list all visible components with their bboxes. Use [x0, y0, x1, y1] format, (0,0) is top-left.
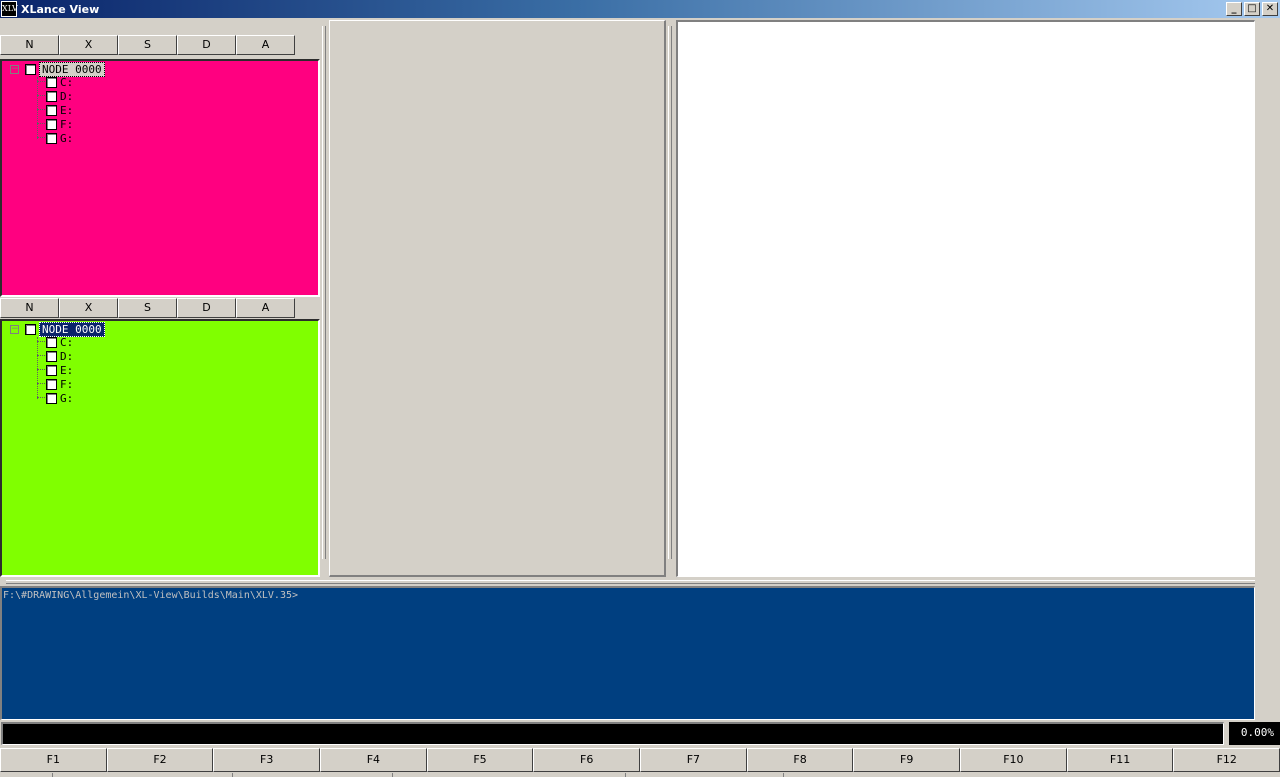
f10-button[interactable]: F10: [960, 748, 1067, 772]
drive-label: D:: [60, 89, 74, 103]
tab-s[interactable]: S: [118, 35, 177, 55]
f9-button[interactable]: F9: [853, 748, 961, 772]
horizontal-splitter[interactable]: [6, 580, 1255, 584]
drive-checkbox[interactable]: [46, 378, 57, 390]
tree-item-drive-d[interactable]: D:: [46, 349, 73, 363]
console-prompt: F:\#DRAWING\Allgemein\XL-View\Builds\Mai…: [3, 590, 299, 601]
drive-label: G:: [60, 391, 74, 405]
f7-button[interactable]: F7: [640, 748, 747, 772]
bottom-tree-panel[interactable]: − NODE 0000 C: D: E: F: G:: [0, 319, 320, 577]
f11-button[interactable]: F11: [1066, 748, 1174, 772]
tree-item-drive-e[interactable]: E:: [46, 103, 73, 117]
tree-node[interactable]: − NODE 0000: [10, 321, 105, 337]
preview-panel[interactable]: [676, 20, 1255, 577]
f6-button[interactable]: F6: [533, 748, 641, 772]
middle-panel: [329, 20, 666, 577]
status-strip: [0, 773, 1280, 777]
f12-button[interactable]: F12: [1173, 748, 1280, 772]
tab-n[interactable]: N: [0, 298, 59, 318]
tree-item-drive-c[interactable]: C:: [46, 75, 73, 89]
top-panel-tabs: N X S D A: [0, 35, 295, 55]
minimize-button[interactable]: _: [1226, 2, 1242, 16]
tab-x[interactable]: X: [59, 35, 118, 55]
drive-label: G:: [60, 131, 74, 145]
console-output[interactable]: F:\#DRAWING\Allgemein\XL-View\Builds\Mai…: [0, 586, 1255, 720]
title-bar[interactable]: XLV XLance View _ □ ✕: [0, 0, 1280, 18]
left-splitter[interactable]: [322, 26, 326, 559]
drive-label: E:: [60, 363, 74, 377]
tree-item-drive-g[interactable]: G:: [46, 391, 73, 405]
f3-button[interactable]: F3: [213, 748, 321, 772]
drive-label: F:: [60, 377, 74, 391]
tab-s[interactable]: S: [118, 298, 177, 318]
f5-button[interactable]: F5: [426, 748, 534, 772]
tree-item-drive-e[interactable]: E:: [46, 363, 73, 377]
collapse-icon[interactable]: −: [10, 324, 19, 334]
drive-checkbox[interactable]: [46, 350, 57, 362]
window-title: XLance View: [21, 2, 100, 16]
maximize-button[interactable]: □: [1244, 2, 1260, 16]
tab-a[interactable]: A: [236, 298, 295, 318]
progress-percent: 0.00%: [1229, 722, 1280, 745]
drive-checkbox[interactable]: [46, 392, 57, 404]
drive-checkbox[interactable]: [46, 364, 57, 376]
drive-label: F:: [60, 117, 74, 131]
tree-item-drive-c[interactable]: C:: [46, 335, 73, 349]
tree-item-drive-f[interactable]: F:: [46, 377, 73, 391]
drive-label: E:: [60, 103, 74, 117]
drive-checkbox[interactable]: [46, 118, 57, 130]
tab-a[interactable]: A: [236, 35, 295, 55]
collapse-icon[interactable]: −: [10, 64, 19, 74]
drive-checkbox[interactable]: [46, 90, 57, 102]
tree-item-drive-g[interactable]: G:: [46, 131, 73, 145]
command-input[interactable]: [1, 722, 1224, 745]
drive-checkbox[interactable]: [46, 132, 57, 144]
drive-checkbox[interactable]: [46, 76, 57, 88]
right-splitter[interactable]: [668, 26, 672, 559]
drive-checkbox[interactable]: [46, 104, 57, 116]
bottom-panel-tabs: N X S D A: [0, 298, 295, 318]
drive-label: C:: [60, 75, 74, 89]
f8-button[interactable]: F8: [746, 748, 854, 772]
node-checkbox[interactable]: [25, 63, 36, 75]
function-key-bar: F1 F2 F3 F4 F5 F6 F7 F8 F9 F10 F11 F12: [0, 748, 1280, 772]
console-side-strip: [1255, 586, 1280, 720]
tab-d[interactable]: D: [177, 298, 236, 318]
f4-button[interactable]: F4: [320, 748, 427, 772]
drive-checkbox[interactable]: [46, 336, 57, 348]
close-button[interactable]: ✕: [1262, 2, 1278, 16]
window-controls: _ □ ✕: [1226, 2, 1278, 16]
app-icon[interactable]: XLV: [1, 1, 18, 17]
tree-item-drive-f[interactable]: F:: [46, 117, 73, 131]
drive-label: C:: [60, 335, 74, 349]
tab-x[interactable]: X: [59, 298, 118, 318]
tree-node[interactable]: − NODE 0000: [10, 61, 105, 77]
node-checkbox[interactable]: [25, 323, 36, 335]
f1-button[interactable]: F1: [0, 748, 107, 772]
tab-d[interactable]: D: [177, 35, 236, 55]
top-tree-panel[interactable]: − NODE 0000 C: D: E: F: G:: [0, 59, 320, 297]
tab-n[interactable]: N: [0, 35, 59, 55]
drive-label: D:: [60, 349, 74, 363]
tree-item-drive-d[interactable]: D:: [46, 89, 73, 103]
f2-button[interactable]: F2: [106, 748, 214, 772]
